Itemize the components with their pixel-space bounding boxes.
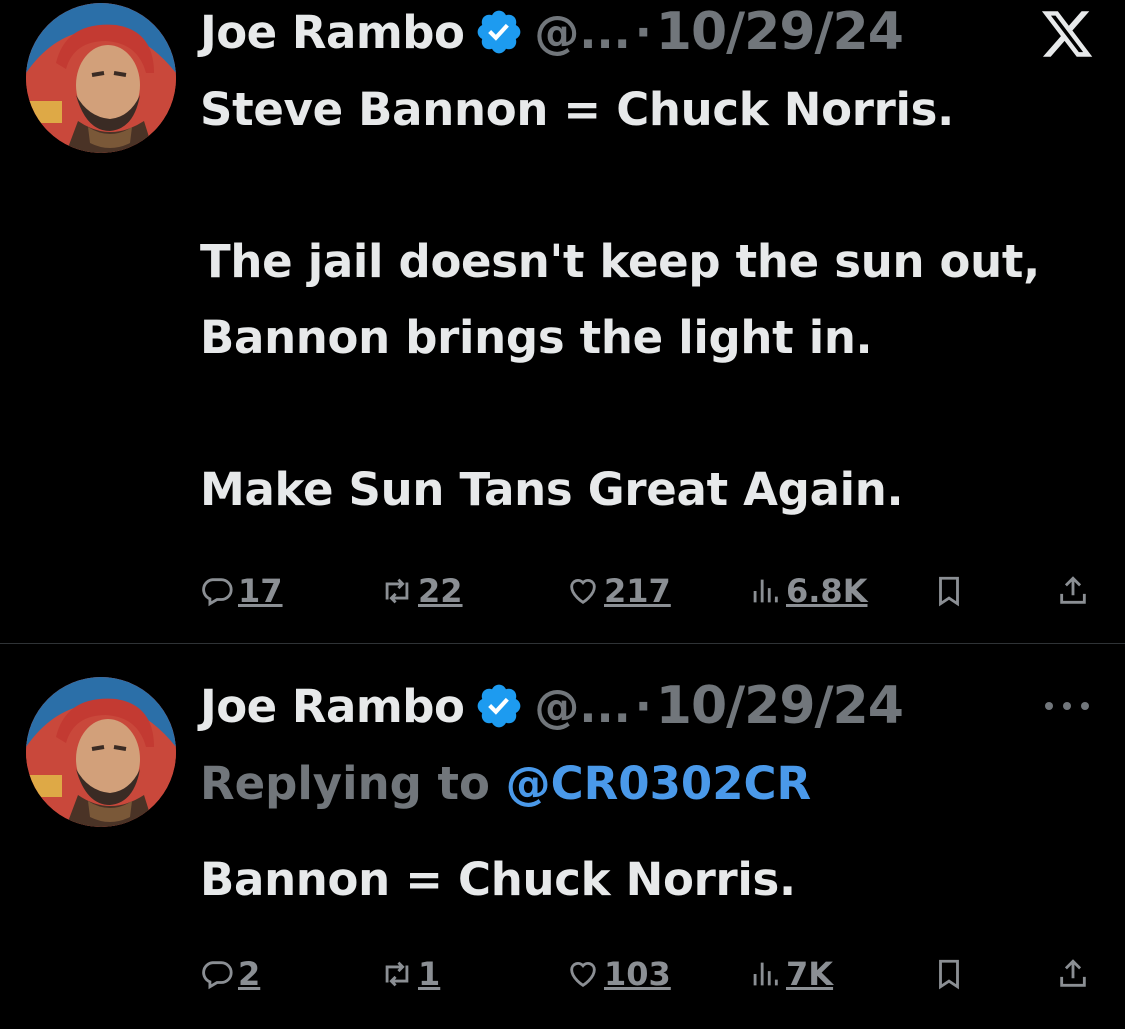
bookmark-icon [939,576,959,607]
author-name[interactable]: Joe Rambo [200,680,465,733]
reply-button[interactable]: 17 [200,566,283,616]
avatar-illustration [26,677,176,827]
tweet-header: Joe Rambo @... · 10/29/24 [200,676,904,736]
verified-badge-icon [478,10,521,54]
views-button[interactable]: 7K [748,949,833,999]
reply-icon [202,961,233,990]
reply-count: 2 [238,955,261,993]
share-icon [1060,959,1086,987]
repost-icon [385,578,409,604]
tweet-date[interactable]: 10/29/24 [656,2,904,62]
like-count: 103 [604,955,671,993]
reply-button[interactable]: 2 [200,949,260,999]
views-chart-icon [753,962,778,986]
author-handle[interactable]: @... [534,680,630,733]
reply-count: 17 [238,572,283,610]
author-handle[interactable]: @... [534,6,630,59]
share-icon [1060,576,1086,604]
author-name[interactable]: Joe Rambo [200,6,465,59]
like-button[interactable]: 217 [566,566,671,616]
replying-to-label: Replying to [200,757,490,810]
heart-icon [570,962,596,988]
like-button[interactable]: 103 [566,949,671,999]
separator-dot: · [634,679,652,733]
tweet-date[interactable]: 10/29/24 [656,676,904,736]
views-chart-icon [753,579,778,603]
reply-icon [202,578,233,607]
tweet-header: Joe Rambo @... · 10/29/24 [200,2,904,62]
avatar[interactable] [26,3,176,153]
bookmark-button[interactable] [932,949,966,999]
tweet-text: Bannon = Chuck Norris. [200,853,796,906]
separator-dot: · [634,5,652,59]
avatar-illustration [26,3,176,153]
views-count: 6.8K [786,572,868,610]
heart-icon [570,579,596,605]
tweet-2[interactable]: Joe Rambo @... · 10/29/24 Replying to @C… [0,644,1125,1029]
views-count: 7K [786,955,834,993]
like-count: 217 [604,572,671,610]
action-bar: 2 1 103 7K [200,949,1100,999]
action-bar: 17 22 217 6.8K [200,566,1100,616]
avatar[interactable] [26,677,176,827]
verified-badge-icon [478,684,521,728]
bookmark-icon [939,959,959,990]
tweet-1[interactable]: Joe Rambo @... · 10/29/24 Steve Bannon =… [0,0,1125,643]
repost-count: 1 [418,955,441,993]
share-button[interactable] [1056,949,1090,999]
repost-icon [385,961,409,987]
share-button[interactable] [1056,566,1090,616]
repost-button[interactable]: 22 [380,566,463,616]
bookmark-button[interactable] [932,566,966,616]
tweet-text: Steve Bannon = Chuck Norris. The jail do… [200,83,1040,516]
replying-to-handle[interactable]: @CR0302CR [506,757,812,810]
replying-to: Replying to @CR0302CR [200,757,811,810]
repost-count: 22 [418,572,463,610]
more-options-icon[interactable] [1039,696,1095,716]
x-logo-icon[interactable] [1039,6,1095,62]
views-button[interactable]: 6.8K [748,566,867,616]
repost-button[interactable]: 1 [380,949,440,999]
